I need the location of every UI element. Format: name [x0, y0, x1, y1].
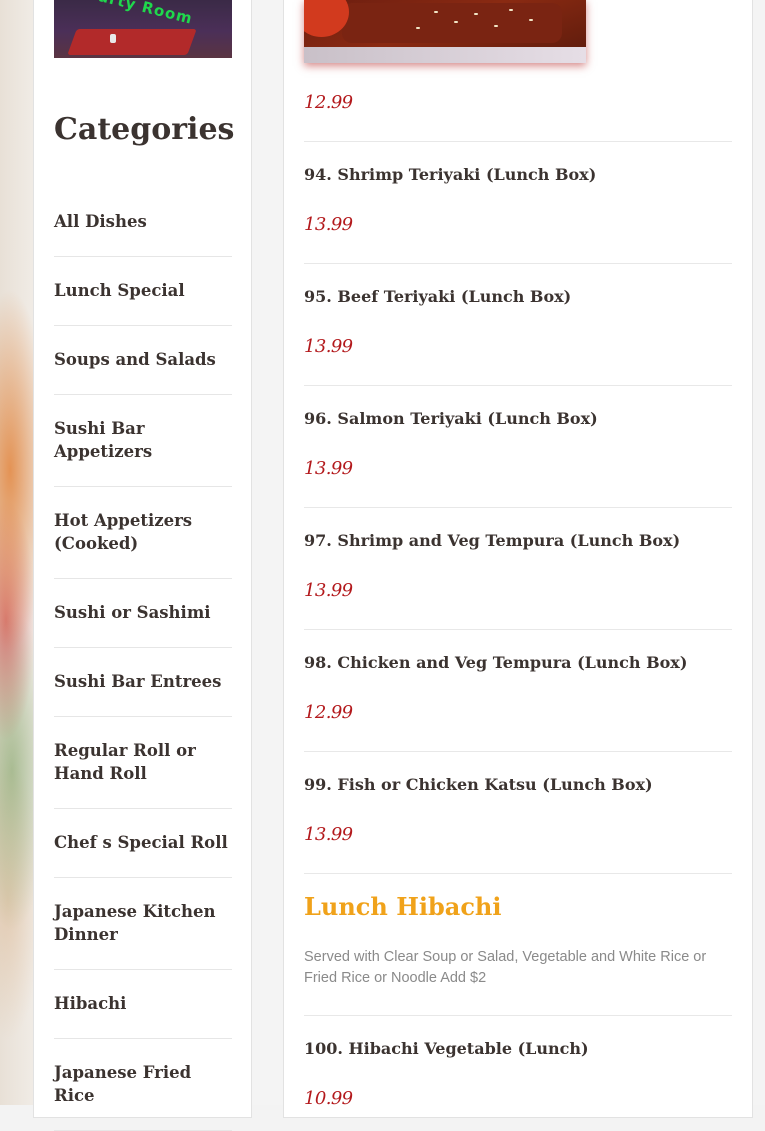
- section-description: Served with Clear Soup or Salad, Vegetab…: [304, 949, 707, 986]
- category-item-sushi-bar-appetizers[interactable]: Sushi Bar Appetizers: [54, 395, 232, 487]
- party-room-image[interactable]: Party Room: [54, 0, 232, 58]
- category-item-sushi-bar-entrees[interactable]: Sushi Bar Entrees: [54, 648, 232, 717]
- dish-item[interactable]: 98. Chicken and Veg Tempura (Lunch Box) …: [304, 630, 732, 751]
- dish-name[interactable]: 95. Beef Teriyaki (Lunch Box): [304, 286, 732, 308]
- category-item-regular-roll[interactable]: Regular Roll or Hand Roll: [54, 717, 232, 809]
- dish-name[interactable]: 94. Shrimp Teriyaki (Lunch Box): [304, 164, 732, 186]
- category-list: All Dishes Lunch Special Soups and Salad…: [54, 188, 232, 1131]
- dish-price: 13.99: [304, 458, 353, 479]
- dish-item[interactable]: 99. Fish or Chicken Katsu (Lunch Box) 13…: [304, 752, 732, 873]
- categories-heading: Categories: [54, 112, 235, 147]
- category-item-japanese-fried-rice[interactable]: Japanese Fried Rice: [54, 1039, 232, 1131]
- dish-price: 13.99: [304, 824, 353, 845]
- sidebar: Party Room Categories All Dishes Lunch S…: [33, 0, 252, 1131]
- dish-price: 12.99: [304, 702, 353, 723]
- dish-price: 10.99: [304, 1088, 353, 1109]
- dish-name[interactable]: 98. Chicken and Veg Tempura (Lunch Box): [304, 652, 732, 674]
- category-item-hot-appetizers[interactable]: Hot Appetizers (Cooked): [54, 487, 232, 579]
- dish-item[interactable]: 97. Shrimp and Veg Tempura (Lunch Box) 1…: [304, 508, 732, 629]
- menu-content: 12.99 94. Shrimp Teriyaki (Lunch Box) 13…: [283, 0, 753, 1118]
- dish-price: 13.99: [304, 214, 353, 235]
- dish-price: 13.99: [304, 336, 353, 357]
- dish-image[interactable]: [304, 0, 586, 63]
- dish-item[interactable]: 95. Beef Teriyaki (Lunch Box) 13.99: [304, 264, 732, 385]
- category-item-hibachi[interactable]: Hibachi: [54, 970, 232, 1039]
- category-item-sushi-sashimi[interactable]: Sushi or Sashimi: [54, 579, 232, 648]
- dish-name[interactable]: 99. Fish or Chicken Katsu (Lunch Box): [304, 774, 732, 796]
- category-item-all-dishes[interactable]: All Dishes: [54, 188, 232, 257]
- party-room-sign: Party Room: [85, 0, 195, 28]
- category-item-soups-salads[interactable]: Soups and Salads: [54, 326, 232, 395]
- category-item-japanese-kitchen-dinner[interactable]: Japanese Kitchen Dinner: [54, 878, 232, 970]
- dish-name[interactable]: 100. Hibachi Vegetable (Lunch): [304, 1038, 732, 1060]
- dish-item[interactable]: 96. Salmon Teriyaki (Lunch Box) 13.99: [304, 386, 732, 507]
- dish-price: 13.99: [304, 580, 353, 601]
- dish-name[interactable]: 96. Salmon Teriyaki (Lunch Box): [304, 408, 732, 430]
- dish-item[interactable]: 100. Hibachi Vegetable (Lunch) 10.99: [304, 1016, 732, 1112]
- dish-list: 12.99 94. Shrimp Teriyaki (Lunch Box) 13…: [304, 89, 732, 1112]
- dish-name[interactable]: 97. Shrimp and Veg Tempura (Lunch Box): [304, 530, 732, 552]
- section-title: Lunch Hibachi: [304, 892, 502, 921]
- category-item-lunch-special[interactable]: Lunch Special: [54, 257, 232, 326]
- dish-item[interactable]: 94. Shrimp Teriyaki (Lunch Box) 13.99: [304, 142, 732, 263]
- category-item-chefs-special-roll[interactable]: Chef s Special Roll: [54, 809, 232, 878]
- dish-price: 12.99: [304, 92, 353, 113]
